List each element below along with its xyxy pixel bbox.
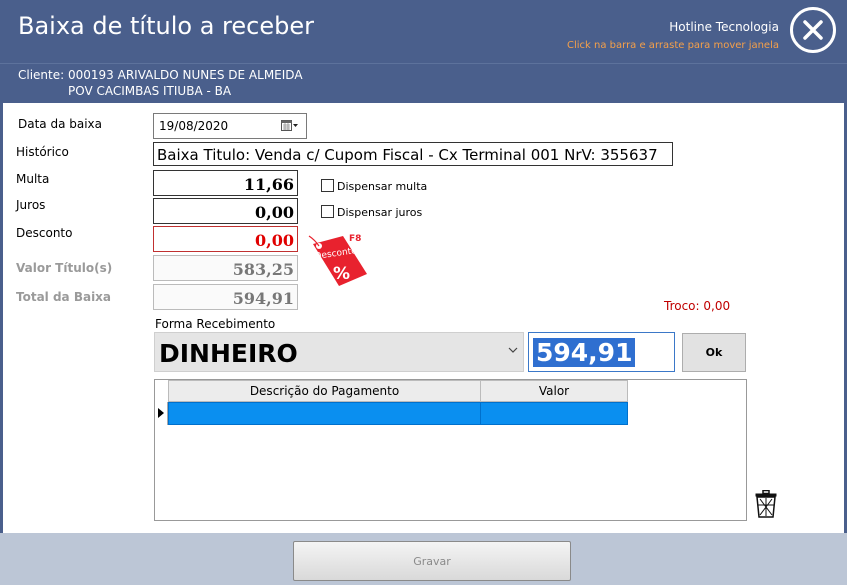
grid-header-descricao[interactable]: Descrição do Pagamento [168,380,481,402]
discount-shortcut-key: F8 [349,234,361,244]
amount-input[interactable]: 594,91 [528,332,675,372]
desconto-input[interactable]: 0,00 [153,226,298,252]
desconto-label: Desconto [16,226,73,240]
data-baixa-value[interactable]: 19/08/2020 [159,119,228,133]
valor-titulo-field: 583,25 [153,255,298,281]
dispensar-multa-checkbox[interactable] [321,179,334,192]
calendar-icon[interactable] [281,120,299,132]
client-address: POV CACIMBAS ITIUBA - BA [68,84,232,98]
discount-tag-symbol: % [333,264,350,284]
payments-grid[interactable]: Descrição do Pagamento Valor [154,379,747,521]
juros-input[interactable]: 0,00 [153,198,298,224]
historico-value: Baixa Titulo: Venda c/ Cupom Fiscal - Cx… [157,146,658,164]
multa-label: Multa [16,172,50,186]
forma-recebimento-value: DINHEIRO [159,339,298,368]
valor-titulo-value: 583,25 [232,260,294,279]
window-title: Baixa de título a receber [18,12,314,40]
multa-input[interactable]: 11,66 [153,170,298,196]
dispensar-juros-checkbox[interactable] [321,205,334,218]
historico-label: Histórico [16,145,69,159]
title-bar[interactable]: Baixa de título a receber Hotline Tecnol… [0,0,847,63]
data-baixa-label: Data da baixa [18,117,103,131]
save-button[interactable]: Gravar [293,541,571,581]
total-baixa-field: 594,91 [153,284,298,310]
valor-titulo-label: Valor Título(s) [16,261,113,275]
data-baixa-picker[interactable]: 19/08/2020 [153,113,307,139]
client-label: Cliente: [18,68,65,82]
client-info-bar: Cliente: 000193 ARIVALDO NUNES DE ALMEID… [0,63,847,103]
grid-cell-valor[interactable] [480,402,628,425]
client-name: 000193 ARIVALDO NUNES DE ALMEIDA [68,68,303,82]
historico-input[interactable]: Baixa Titulo: Venda c/ Cupom Fiscal - Cx… [153,142,673,166]
chevron-down-icon[interactable] [508,347,518,353]
drag-hint: Click na barra e arraste para mover jane… [567,40,779,51]
close-icon [803,20,823,40]
juros-label: Juros [16,198,46,212]
grid-cell-descricao[interactable] [168,402,481,425]
juros-value: 0,00 [255,203,294,222]
dispensar-juros-label[interactable]: Dispensar juros [337,206,422,219]
dispensar-multa-label[interactable]: Dispensar multa [337,180,427,193]
grid-header-valor[interactable]: Valor [480,380,628,402]
forma-recebimento-label: Forma Recebimento [155,317,276,331]
ok-button[interactable]: Ok [682,333,746,372]
troco-label: Troco: 0,00 [664,299,731,313]
row-indicator-icon [158,408,164,418]
amount-value: 594,91 [533,338,636,367]
total-baixa-label: Total da Baixa [16,290,112,304]
row-indicator[interactable] [155,402,168,425]
close-button[interactable] [790,7,836,53]
hotline-label: Hotline Tecnologia [669,20,779,34]
forma-recebimento-select[interactable]: DINHEIRO [154,332,524,372]
total-baixa-value: 594,91 [232,289,294,308]
multa-value: 11,66 [243,175,294,194]
desconto-value: 0,00 [255,231,294,250]
discount-tag-icon[interactable]: Desconto % F8 [305,232,371,288]
trash-icon[interactable] [755,490,777,518]
